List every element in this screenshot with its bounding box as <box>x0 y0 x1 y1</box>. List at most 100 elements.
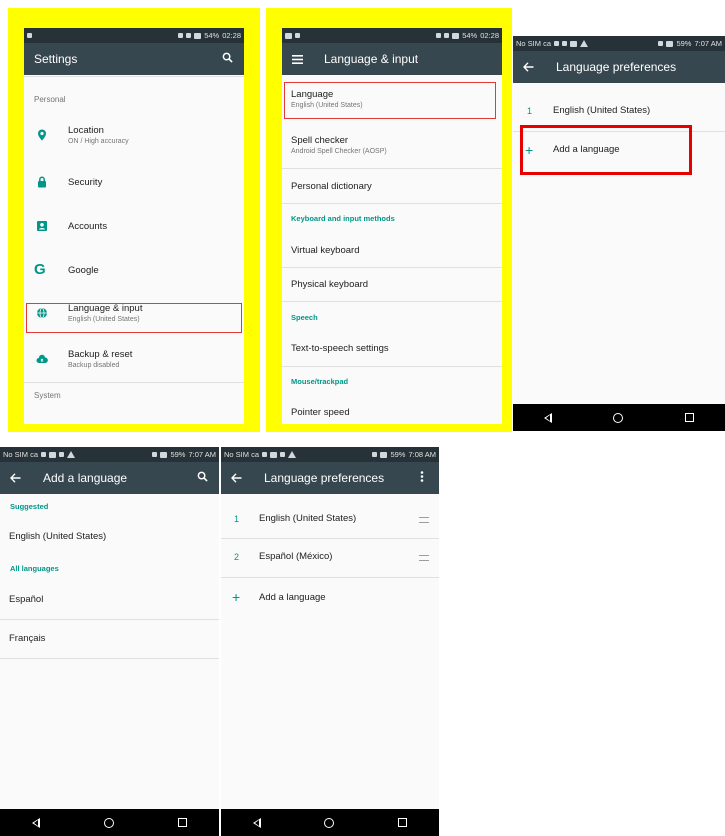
home-nav-icon[interactable] <box>324 817 335 828</box>
item-spell-checker[interactable]: Spell checker Android Spell Checker (AOS… <box>282 135 502 161</box>
language-name: English (United States) <box>553 105 651 116</box>
status-carrier: No SIM ca <box>224 450 260 459</box>
app-bar: Language & input <box>282 43 502 75</box>
status-carrier: No SIM ca <box>516 39 552 48</box>
signal-icon <box>444 33 450 38</box>
item-subtitle: ON / High accuracy <box>68 138 129 145</box>
navigation-bar <box>0 809 219 836</box>
settings-item-security[interactable]: Security <box>24 176 244 197</box>
wifi-icon <box>262 452 268 457</box>
screen-language-input: 54% 02:28 Language & input Language Engl… <box>282 28 502 424</box>
back-nav-icon[interactable] <box>543 412 552 423</box>
status-time: 02:28 <box>480 31 499 40</box>
status-time: 02:28 <box>222 31 241 40</box>
page-title: Language & input <box>324 52 419 66</box>
item-tts-settings[interactable]: Text-to-speech settings <box>282 343 502 359</box>
page-title: Settings <box>34 52 78 66</box>
item-physical-keyboard[interactable]: Physical keyboard <box>282 279 502 295</box>
language-name: Español (México) <box>259 551 333 562</box>
battery-icon <box>452 32 460 39</box>
notification-icon <box>27 33 32 38</box>
item-pointer-speed[interactable]: Pointer speed <box>282 407 502 423</box>
divider <box>0 658 219 659</box>
battery-icon <box>380 451 388 458</box>
language-option-espanol[interactable]: Español <box>0 594 219 610</box>
section-suggested: Suggested <box>10 502 49 511</box>
battery-icon <box>666 40 674 47</box>
image-notification-icon <box>285 32 292 39</box>
language-option-english-us[interactable]: English (United States) <box>0 531 219 547</box>
add-language-list: Suggested English (United States) All la… <box>0 494 219 809</box>
status-carrier: No SIM ca <box>3 450 39 459</box>
battery-percent: 59% <box>170 450 186 459</box>
section-mouse: Mouse/trackpad <box>291 377 349 386</box>
warning-icon <box>288 451 297 458</box>
language-preferences-list: 1 English (United States) 2 Español (Méx… <box>221 494 439 809</box>
page-title: Language preferences <box>556 60 677 74</box>
status-time: 7:07 AM <box>694 39 722 48</box>
battery-icon <box>160 451 168 458</box>
search-icon[interactable] <box>220 52 234 66</box>
drag-handle-icon[interactable] <box>419 555 429 561</box>
settings-item-backup-reset[interactable]: Backup & reset Backup disabled <box>24 349 244 379</box>
language-option-francais[interactable]: Français <box>0 633 219 649</box>
item-title: Virtual keyboard <box>291 245 360 256</box>
settings-item-location[interactable]: Location ON / High accuracy <box>24 125 244 155</box>
item-personal-dictionary[interactable]: Personal dictionary <box>282 181 502 197</box>
battery-percent: 54% <box>204 31 220 40</box>
section-keyboard: Keyboard and input methods <box>291 214 395 223</box>
status-bar: No SIM ca 59% 7:07 AM <box>513 36 725 51</box>
language-name: English (United States) <box>259 513 357 524</box>
overflow-menu-icon[interactable] <box>415 471 429 485</box>
status-bar: 54% 02:28 <box>282 28 502 43</box>
screen-language-preferences-2: No SIM ca 59% 7:08 AM Language preferenc… <box>221 447 439 836</box>
item-title: Google <box>68 265 99 276</box>
back-arrow-icon[interactable] <box>10 471 32 486</box>
recents-nav-icon[interactable] <box>685 413 695 422</box>
back-arrow-icon[interactable] <box>523 60 545 75</box>
item-title: Pointer speed <box>291 407 350 418</box>
settings-list: Personal Location ON / High accuracy Sec… <box>24 75 244 424</box>
drag-handle-icon[interactable] <box>419 517 429 523</box>
back-nav-icon[interactable] <box>252 817 261 828</box>
recents-nav-icon[interactable] <box>178 818 187 827</box>
search-icon[interactable] <box>195 471 209 485</box>
item-title: Personal dictionary <box>291 181 372 192</box>
back-nav-icon[interactable] <box>32 817 40 828</box>
language-item-2[interactable]: 2 Español (México) <box>221 550 439 568</box>
home-nav-icon[interactable] <box>104 817 114 828</box>
item-virtual-keyboard[interactable]: Virtual keyboard <box>282 245 502 261</box>
screen-add-language: No SIM ca 59% 7:07 AM Add a language Sug… <box>0 447 219 836</box>
language-option-label: Français <box>9 633 46 644</box>
language-number: 1 <box>527 106 533 116</box>
language-number: 1 <box>234 514 240 524</box>
usb-icon <box>280 452 286 457</box>
back-arrow-icon[interactable] <box>231 471 253 486</box>
highlight-language <box>284 82 496 119</box>
highlight-add-language <box>520 125 692 175</box>
divider <box>282 301 502 302</box>
home-nav-icon[interactable] <box>613 412 624 423</box>
language-item-1[interactable]: 1 English (United States) <box>513 104 725 122</box>
highlight-language-input <box>26 303 242 333</box>
battery-percent: 59% <box>676 39 692 48</box>
settings-item-google[interactable]: Google G <box>24 261 244 285</box>
section-speech: Speech <box>291 313 318 322</box>
status-time: 7:08 AM <box>408 450 436 459</box>
divider <box>282 203 502 204</box>
status-time: 7:07 AM <box>188 450 216 459</box>
vibrate-icon <box>436 33 442 38</box>
language-input-list: Language English (United States) Spell c… <box>282 75 502 424</box>
item-title: Text-to-speech settings <box>291 343 389 354</box>
recents-nav-icon[interactable] <box>398 818 408 827</box>
notification-icon <box>295 33 300 38</box>
menu-icon[interactable] <box>292 52 314 67</box>
add-language-button[interactable]: + Add a language <box>221 589 439 607</box>
google-g-icon: G <box>34 261 46 278</box>
usb-icon <box>59 452 65 457</box>
vibrate-icon <box>372 452 378 457</box>
settings-item-accounts[interactable]: Accounts <box>24 221 244 241</box>
language-item-1[interactable]: 1 English (United States) <box>221 512 439 530</box>
divider <box>0 619 219 620</box>
warning-icon <box>580 40 589 47</box>
